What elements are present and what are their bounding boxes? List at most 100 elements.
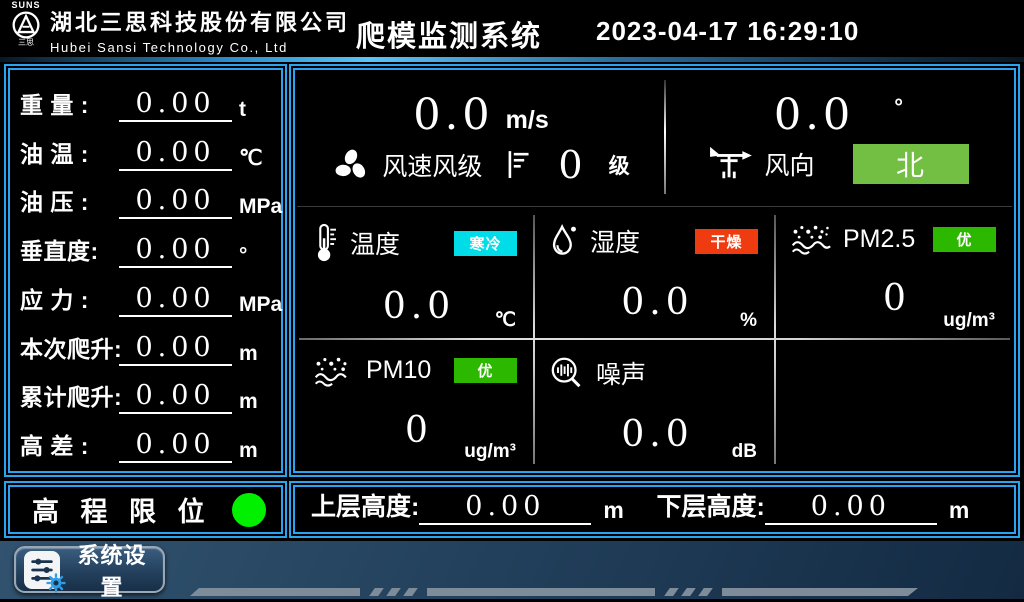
pm10-status-badge: 优 [454,358,517,383]
humidity-value: 0.0 [549,285,766,321]
header: SUNS 三思 湖北三思科技股份有限公司 Hubei Sansi Technol… [0,0,1024,57]
metric-unit: MPa [239,195,273,221]
grid-divider-horizontal [299,338,1010,340]
metric-label: 高 差 : [20,427,119,465]
upper-height-group: 上层高度: 0.00 m [311,487,657,533]
upper-height-label: 上层高度: [311,487,419,525]
noise-unit: dB [732,441,757,463]
humidity-droplet-icon [549,223,579,259]
metric-row-total-climb: 累计爬升: 0.00 m [20,372,273,416]
wind-speed-block: 0.0 m/s 风速风级 [297,72,665,206]
temperature-label: 温度 [350,225,400,261]
noise-cell: 噪声 0.0 dB [533,339,774,471]
metric-row-stress: 应 力 : 0.00 MPa [20,275,273,319]
metric-value: 0.00 [119,139,232,171]
system-settings-button[interactable]: 系统设置 [14,546,165,593]
wind-direction-value: 0.0 [774,94,854,137]
bottom-bar: 系统设置 [0,541,1024,599]
datetime-display: 2023-04-17 16:29:10 [596,16,859,47]
header-divider [0,57,1024,62]
settings-button-label: 系统设置 [69,538,155,602]
metric-value: 0.00 [119,382,232,414]
metric-label: 本次爬升: [20,330,119,368]
wind-speed-value: 0.0 [413,94,493,137]
metric-unit: m [239,342,273,368]
humidity-label: 湿度 [590,223,640,259]
metric-row-height-diff: 高 差 : 0.00 m [20,421,273,465]
wind-section-divider [664,80,666,194]
thermometer-icon [313,223,339,263]
temperature-status-badge: 寒冷 [454,231,517,256]
heights-panel: 上层高度: 0.00 m 下层高度: 0.00 m [289,481,1020,538]
metric-value: 0.00 [119,285,232,317]
metric-value: 0.00 [119,90,232,122]
pm10-cell: PM10 优 0 ug/m³ [297,339,533,471]
company-logo: SUNS 三思 [6,1,46,47]
metric-value: 0.00 [119,431,232,463]
elevation-limit-indicator [232,493,266,527]
page-title: 爬模监测系统 [356,13,542,55]
wind-level-icon [506,149,532,181]
metric-unit: m [239,390,273,416]
metric-label: 垂直度: [20,232,119,270]
company-name-cn: 湖北三思科技股份有限公司 [50,5,350,37]
temperature-unit: ℃ [495,309,516,332]
metric-label: 油 压 : [20,183,119,221]
lower-height-value: 0.00 [765,493,937,525]
logo-sansi-text: 三思 [6,39,46,47]
sliders-icon [24,551,60,589]
wind-vane-icon [708,145,752,183]
humidity-status-badge: 干燥 [695,229,758,254]
metric-label: 应 力 : [20,281,119,319]
lower-height-group: 下层高度: 0.00 m [657,487,1003,533]
metric-label: 重 量 : [20,86,119,124]
metric-unit: t [239,98,273,124]
humidity-unit: % [740,310,757,332]
sensor-grid: 温度 寒冷 0.0 ℃ 湿度 干燥 0.0 % [297,206,1012,470]
pm25-unit: ug/m³ [943,310,995,332]
metric-label: 油 温 : [20,135,119,173]
humidity-cell: 湿度 干燥 0.0 % [533,207,774,339]
metric-unit: MPa [239,293,273,319]
metric-value: 0.00 [119,187,232,219]
upper-height-unit: m [603,497,623,525]
monitor-screen: SUNS 三思 湖北三思科技股份有限公司 Hubei Sansi Technol… [0,0,1024,599]
wind-speed-unit: m/s [506,106,549,137]
wind-speed-label: 风速风级 [382,147,482,183]
wind-direction-status: 北 [853,144,969,184]
lower-height-unit: m [949,497,969,525]
pm25-status-badge: 优 [933,227,996,252]
metric-row-oil-temp: 油 温 : 0.00 ℃ [20,129,273,173]
metric-unit: ℃ [239,146,273,173]
metric-row-oil-pressure: 油 压 : 0.00 MPa [20,177,273,221]
metric-value: 0.00 [119,236,232,268]
wind-level-unit: 级 [609,150,630,180]
metric-row-weight: 重 量 : 0.00 t [20,80,273,124]
gear-icon [46,573,66,593]
metric-label: 累计爬升: [20,378,119,416]
company-name: 湖北三思科技股份有限公司 Hubei Sansi Technology Co.,… [50,5,350,55]
elevation-limit-label: 高 程 限 位 [32,490,212,529]
wind-direction-unit: ° [894,94,903,120]
temperature-cell: 温度 寒冷 0.0 ℃ [297,207,533,339]
fan-icon [332,146,370,184]
metric-value: 0.00 [119,334,232,366]
pm10-label: PM10 [366,356,431,385]
pm25-dust-icon [790,223,832,255]
upper-height-value: 0.00 [419,493,591,525]
metric-row-verticality: 垂直度: 0.00 ° [20,226,273,270]
elevation-limit-panel: 高 程 限 位 [4,481,287,538]
suns-logo-icon [10,10,42,40]
logo-suns-text: SUNS [6,1,46,10]
metric-row-current-climb: 本次爬升: 0.00 m [20,324,273,368]
wind-direction-label: 风向 [764,146,814,182]
empty-cell [774,339,1012,471]
wind-level-value: 0 [558,146,582,184]
pm25-cell: PM2.5 优 0 ug/m³ [774,207,1012,339]
temperature-value: 0.0 [313,289,525,325]
environment-panel: 0.0 m/s 风速风级 [289,64,1020,477]
pm25-label: PM2.5 [843,225,915,254]
wind-section: 0.0 m/s 风速风级 [297,72,1012,206]
noise-label: 噪声 [596,355,646,391]
pm10-dust-icon [313,355,355,387]
